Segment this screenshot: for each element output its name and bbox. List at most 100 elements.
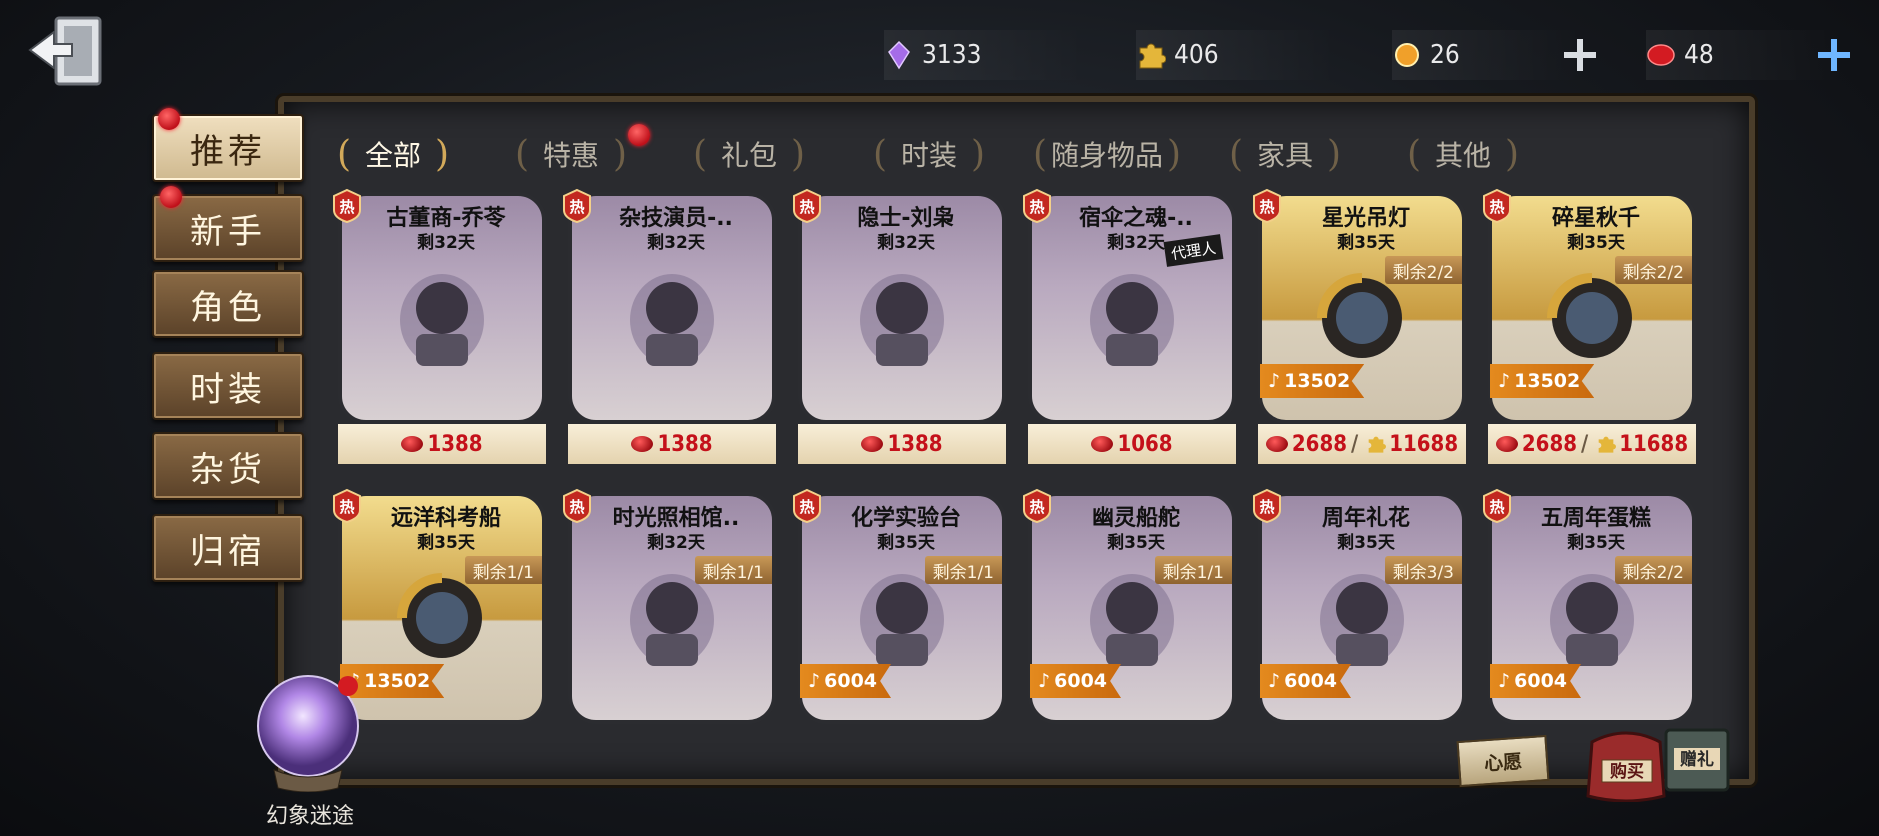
echo-price-tag: ♪ 6004 xyxy=(1030,664,1122,698)
remaining-count: 剩余1/1 xyxy=(464,556,542,584)
wishlist-label: 心愿 xyxy=(1483,750,1523,775)
side-tab-label: 角色 xyxy=(190,287,266,328)
price-separator: / xyxy=(1581,431,1589,457)
item-card[interactable]: 热杂技演员-.. 剩32天 xyxy=(563,188,776,424)
red-coin-icon xyxy=(631,436,654,452)
orange-coin-icon xyxy=(1395,43,1419,67)
item-image xyxy=(1090,274,1174,366)
tab-pack[interactable]: (礼包) xyxy=(674,128,824,180)
item-card[interactable]: 热周年礼花 剩35天 剩余3/3 ♪ 6004 xyxy=(1253,488,1466,724)
tab-label: 特惠 xyxy=(542,139,599,172)
side-tab-label: 归宿 xyxy=(190,531,266,572)
currency-crystal: 3133 xyxy=(884,30,1084,80)
item-card[interactable]: 热碎星秋千 剩35天 剩余2/2 ♪ 13502 xyxy=(1483,188,1696,424)
price-value-alt: 11688 xyxy=(1389,431,1459,457)
hot-label: 热 xyxy=(569,498,584,516)
remaining-count: 剩余1/1 xyxy=(1154,556,1232,584)
item-card[interactable]: 热五周年蛋糕 剩35天 剩余2/2 ♪ 6004 xyxy=(1483,488,1696,724)
item-card[interactable]: 热隐士-刘枭 剩32天 xyxy=(793,188,1006,424)
remaining-count: 剩余2/2 xyxy=(1614,256,1692,284)
item-days-left: 剩32天 xyxy=(647,233,705,253)
puzzle-icon xyxy=(1598,436,1617,453)
tab-furniture[interactable]: (家具) xyxy=(1210,128,1360,180)
red-coin-icon xyxy=(1265,436,1288,452)
item-days-left: 剩35天 xyxy=(1567,233,1625,253)
gift-label: 赠礼 xyxy=(1680,749,1714,770)
wishlist-button[interactable]: 心愿 xyxy=(1456,734,1550,788)
price-value: 1388 xyxy=(887,431,943,457)
hot-label: 热 xyxy=(799,498,814,516)
item-days-left: 剩32天 xyxy=(647,533,705,553)
hot-label: 热 xyxy=(1029,498,1044,516)
item-days-left: 剩35天 xyxy=(1337,533,1395,553)
music-note-icon: ♪ xyxy=(1268,370,1281,392)
item-card[interactable]: 热时光照相馆.. 剩32天 剩余1/1 xyxy=(563,488,776,724)
echo-price-tag: ♪ 6004 xyxy=(1490,664,1582,698)
crystal-amount: 3133 xyxy=(922,40,982,70)
illusion-globe-icon[interactable] xyxy=(252,672,364,793)
price-value: 1068 xyxy=(1117,431,1173,457)
side-tab-label: 时装 xyxy=(190,369,266,410)
add-red-icon[interactable] xyxy=(1814,35,1854,75)
music-note-icon: ♪ xyxy=(1038,670,1051,692)
item-price[interactable]: 1388 xyxy=(338,424,546,464)
tab-costume[interactable]: (时装) xyxy=(854,128,1004,180)
item-price[interactable]: 2688/ 11688 xyxy=(1488,424,1696,464)
tab-sale[interactable]: (特惠) xyxy=(496,128,646,180)
tab-label: 时装 xyxy=(900,139,957,172)
remaining-count: 剩余2/2 xyxy=(1614,556,1692,584)
currency-puzzle: 406 xyxy=(1136,30,1336,80)
hot-label: 热 xyxy=(1259,498,1274,516)
item-price[interactable]: 1068 xyxy=(1028,424,1236,464)
red-coin-icon xyxy=(401,436,424,452)
item-price[interactable]: 1388 xyxy=(568,424,776,464)
tab-accessory[interactable]: (随身物品) xyxy=(1032,128,1182,180)
side-tab-misc[interactable]: 杂货 xyxy=(152,432,304,500)
notification-dot xyxy=(158,108,180,130)
music-note-icon: ♪ xyxy=(1498,370,1511,392)
item-days-left: 剩32天 xyxy=(877,233,935,253)
item-card[interactable]: 热远洋科考船剩35天剩余1/1♪13502 xyxy=(333,488,546,724)
hot-label: 热 xyxy=(339,198,354,216)
currency-orange: 26 xyxy=(1392,30,1582,80)
item-price[interactable]: 2688/ 11688 xyxy=(1258,424,1466,464)
purple-crystal-icon xyxy=(888,40,910,70)
side-tab-costume[interactable]: 时装 xyxy=(152,352,304,420)
price-value: 2688 xyxy=(1521,431,1577,457)
hot-label: 热 xyxy=(1489,498,1504,516)
red-coin-icon xyxy=(1091,436,1114,452)
hot-label: 热 xyxy=(799,198,814,216)
music-note-icon: ♪ xyxy=(1498,670,1511,692)
item-card[interactable]: 热宿伞之魂-.. 剩32天 代理人 xyxy=(1023,188,1236,424)
side-tab-character[interactable]: 角色 xyxy=(152,270,304,338)
exit-icon[interactable] xyxy=(28,14,106,92)
price-separator: / xyxy=(1351,431,1359,457)
remaining-count: 剩余3/3 xyxy=(1384,556,1462,584)
hot-label: 热 xyxy=(1489,198,1504,216)
item-price[interactable]: 1388 xyxy=(798,424,1006,464)
item-card[interactable]: 热化学实验台 剩35天 剩余1/1 ♪ 6004 xyxy=(793,488,1006,724)
price-value-alt: 11688 xyxy=(1619,431,1689,457)
price-value: 1388 xyxy=(427,431,483,457)
item-days-left: 剩35天 xyxy=(877,533,935,553)
price-value: 2688 xyxy=(1291,431,1347,457)
tab-other[interactable]: (其他) xyxy=(1388,128,1538,180)
item-image xyxy=(400,274,484,366)
item-card[interactable]: 热古董商-乔苓 剩32天 xyxy=(333,188,546,424)
echo-price-tag: ♪13502 xyxy=(1260,364,1365,398)
side-tab-home[interactable]: 归宿 xyxy=(152,514,304,582)
item-days-left: 剩35天 xyxy=(1107,533,1165,553)
hot-label: 热 xyxy=(1259,198,1274,216)
side-tab-label: 杂货 xyxy=(190,449,266,490)
item-card[interactable]: 热幽灵船舵 剩35天 剩余1/1 ♪ 6004 xyxy=(1023,488,1236,724)
music-note-icon: ♪ xyxy=(1268,670,1281,692)
gift-box-button[interactable]: 赠礼 xyxy=(1656,716,1738,798)
red-coin-icon xyxy=(1647,44,1675,66)
item-card[interactable]: 热星光吊灯 剩35天 剩余2/2 ♪ 13502 xyxy=(1253,188,1466,424)
music-note-icon: ♪ xyxy=(808,670,821,692)
tab-all[interactable]: (全部) xyxy=(318,128,468,180)
item-image xyxy=(630,274,714,366)
hot-label: 热 xyxy=(569,198,584,216)
add-orange-icon[interactable] xyxy=(1560,35,1600,75)
red-coin-icon xyxy=(1495,436,1518,452)
